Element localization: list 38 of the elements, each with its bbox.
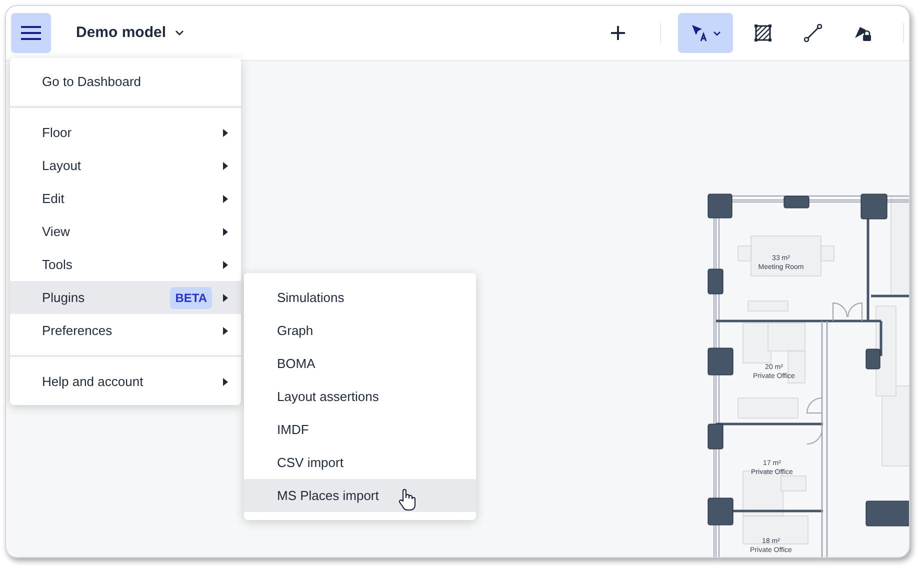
- submenu-item[interactable]: Layout assertions: [244, 380, 476, 413]
- submenu-item[interactable]: IMDF: [244, 413, 476, 446]
- toolbar-button[interactable]: [678, 13, 733, 53]
- menu-item-label: Go to Dashboard: [42, 72, 142, 91]
- menu-item[interactable]: Preferences: [10, 314, 241, 347]
- menu-item-label: Layout: [42, 156, 82, 175]
- menu-button[interactable]: [11, 13, 51, 53]
- menu-item[interactable]: Layout: [10, 149, 241, 182]
- menu-item-label: Tools: [42, 256, 74, 274]
- pointer-hand-icon: [398, 488, 416, 512]
- menu-item[interactable]: Help and account: [10, 365, 241, 398]
- menu-item-label: Edit: [42, 190, 66, 208]
- submenu-item[interactable]: Simulations: [244, 281, 476, 314]
- menu-item[interactable]: View: [10, 215, 241, 248]
- menu-item[interactable]: Plugins BETA: [10, 281, 241, 314]
- menu-item-label: Help and account: [42, 372, 144, 391]
- chevron-down-icon: [712, 30, 720, 36]
- plus-icon: [610, 25, 626, 41]
- fill-lock-icon: [854, 24, 872, 42]
- menu-item[interactable]: Floor: [10, 116, 241, 149]
- menu-item-label: View: [42, 222, 71, 241]
- submenu-item[interactable]: Graph: [244, 314, 476, 347]
- submenu-item[interactable]: CSV import: [244, 446, 476, 479]
- menu-item-label: Plugins: [42, 288, 86, 307]
- submenu-item[interactable]: BOMA: [244, 347, 476, 380]
- menu-item[interactable]: Go to Dashboard: [10, 65, 241, 98]
- cursor-icon: [690, 24, 708, 42]
- chevron-down-icon: [175, 30, 184, 36]
- hatched-square-icon: [754, 24, 772, 42]
- menu-item-label: Preferences: [42, 322, 114, 340]
- menu-item[interactable]: Tools: [10, 248, 241, 281]
- line-segment-icon: [804, 24, 822, 42]
- menu-item[interactable]: Edit: [10, 182, 241, 215]
- submenu-item[interactable]: MS Places import: [244, 479, 476, 512]
- beta-badge: BETA: [170, 286, 212, 308]
- menu-icon: [21, 25, 41, 41]
- menu-item-label: Floor: [42, 124, 73, 142]
- model-dropdown[interactable]: Demo model: [76, 22, 184, 44]
